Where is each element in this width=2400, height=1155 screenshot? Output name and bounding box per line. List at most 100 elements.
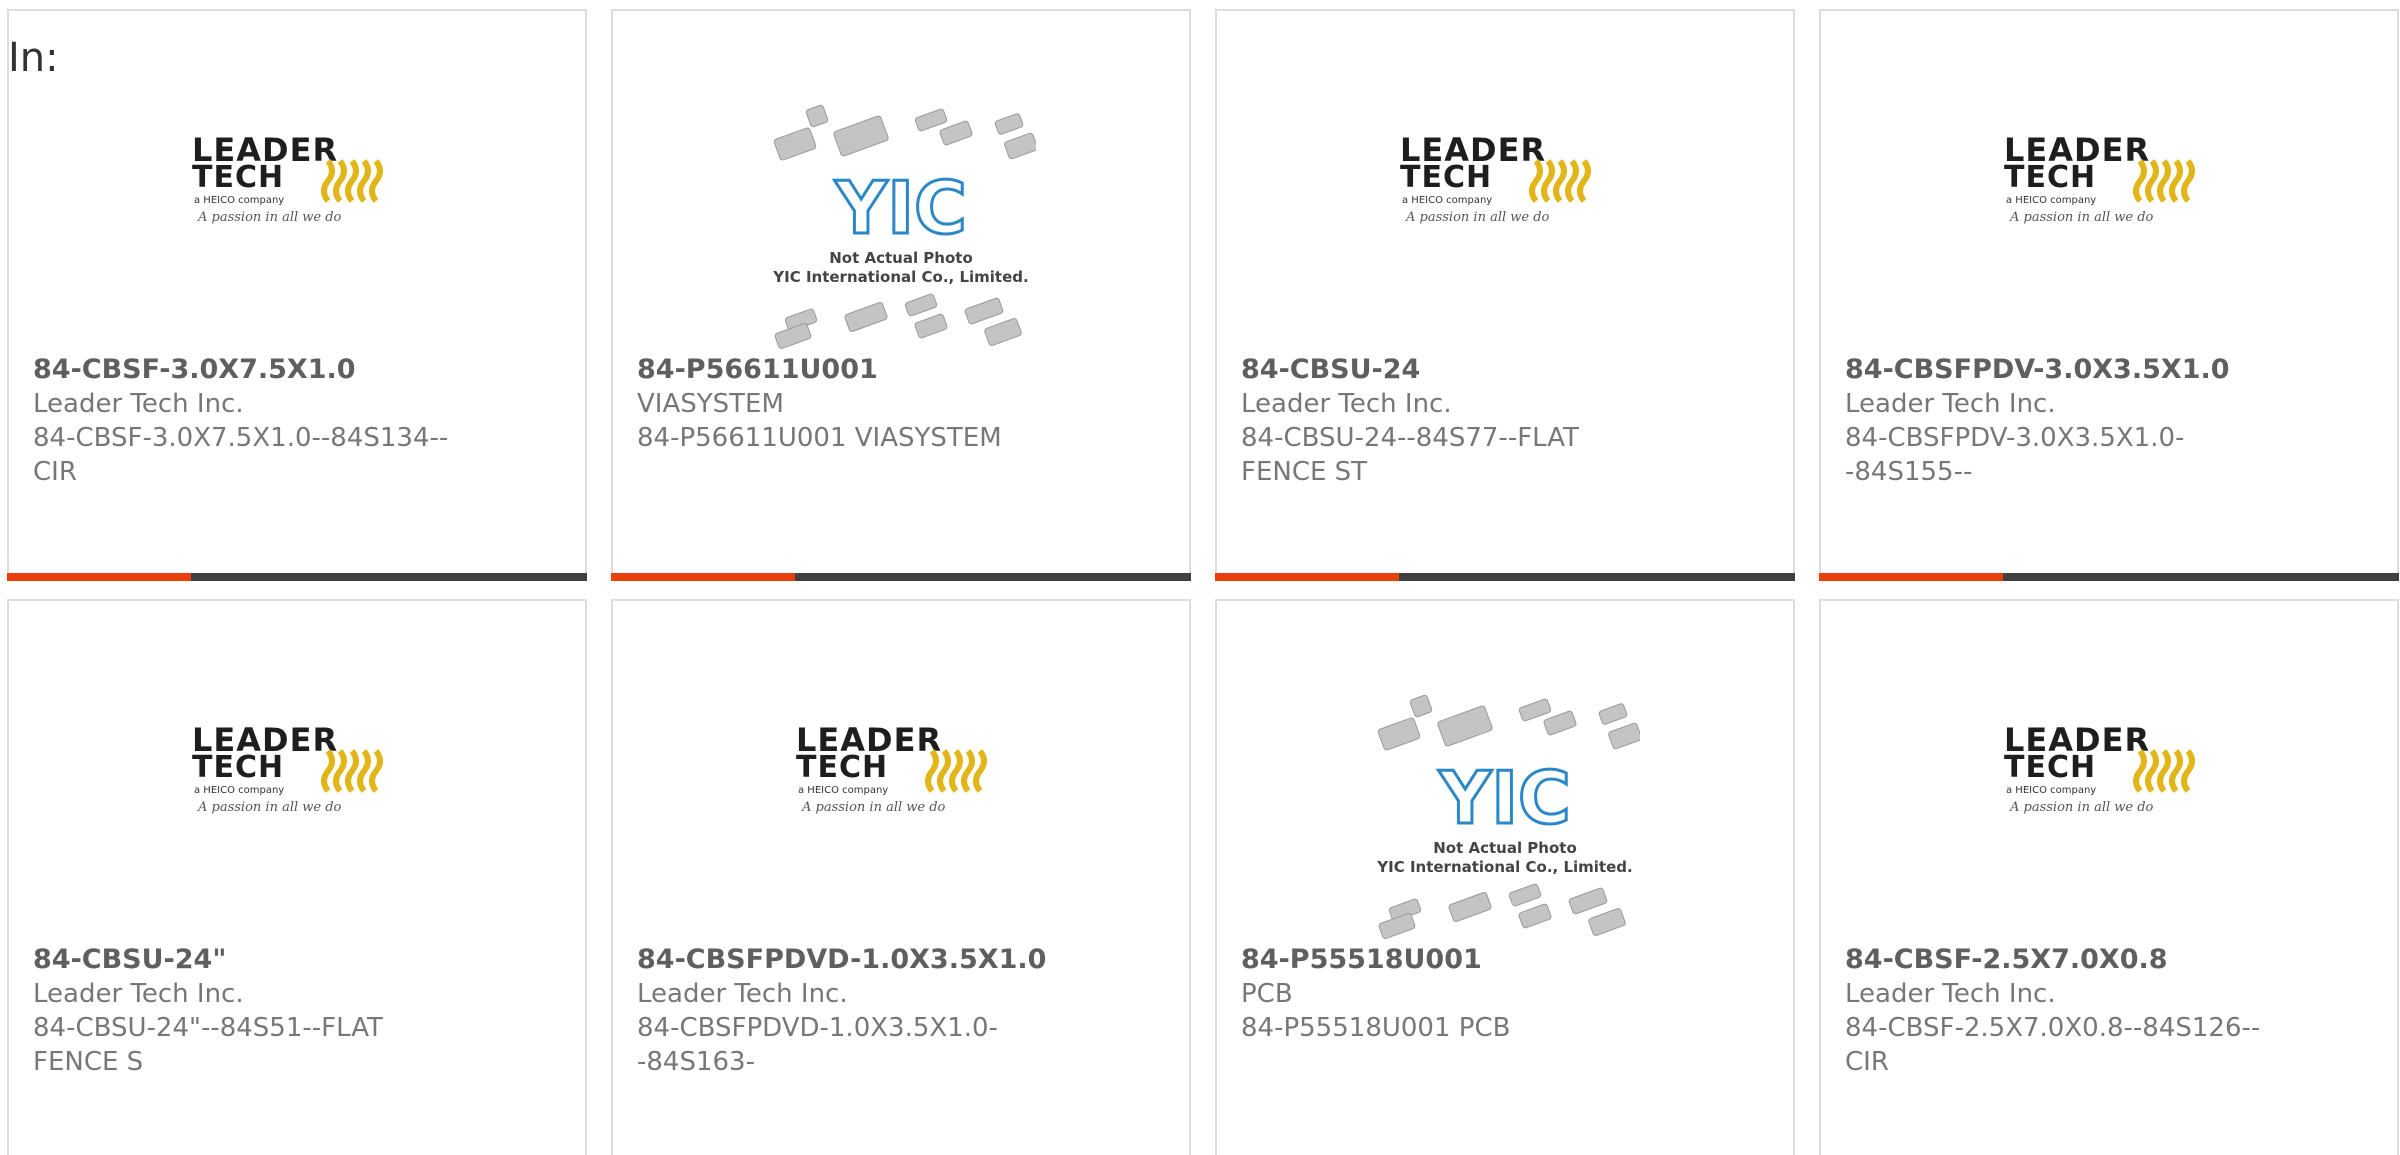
chip-shape — [964, 297, 1004, 325]
logo-stripe — [2157, 749, 2171, 793]
product-card[interactable]: LEADER TECH a HEICO company A passion in al… — [1819, 599, 2399, 1155]
logo-tagline: a HEICO company — [798, 785, 888, 796]
product-grid: LEADER TECH a HEICO company A passion in al… — [7, 9, 2399, 1155]
logo-stripe — [1577, 159, 1591, 203]
yic-mark: YIC — [834, 166, 967, 250]
part-number-link[interactable]: 84-CBSU-24" — [33, 943, 453, 977]
chip-shape — [844, 302, 888, 332]
product-description: 84-P55518U001 PCB — [1241, 1013, 1511, 1043]
card-accent-bar — [1215, 573, 1399, 581]
product-card[interactable]: LEADER TECH a HEICO company A passion in al… — [7, 9, 587, 581]
product-card[interactable]: YIC Not Actual Photo YIC International Co.… — [611, 9, 1191, 581]
chip-shape — [1448, 892, 1492, 922]
card-bottom-bar — [1819, 573, 2399, 581]
yic-note: YIC International Co., Limited. — [772, 268, 1028, 286]
chip-shape — [1568, 887, 1608, 915]
logo-stripe — [1553, 159, 1567, 203]
leader-tech-logo: LEADERTECHa HEICO companyA passion in al… — [2004, 131, 2195, 225]
card-bottom-bar — [611, 573, 1191, 581]
logo-stripe — [369, 159, 383, 203]
product-card[interactable]: LEADER TECH a HEICO company A passion in al… — [1215, 9, 1795, 581]
chip-shape — [1598, 703, 1628, 725]
logo-stripe — [961, 749, 975, 793]
logo-text: TECH — [192, 160, 284, 195]
chip-shape — [914, 313, 948, 339]
yic-placeholder-image: YICNot Actual PhotoYIC International Co.… — [1376, 694, 1640, 939]
product-description: 84-CBSU-24"--84S51--FLAT FENCE S — [33, 1013, 383, 1077]
leader-tech-logo: LEADERTECHa HEICO companyA passion in al… — [192, 721, 383, 815]
yic-note: YIC International Co., Limited. — [1376, 858, 1632, 876]
manufacturer-name: Leader Tech Inc. — [1845, 979, 2056, 1009]
chip-shape — [1608, 722, 1640, 750]
yic-mark: YIC — [1438, 756, 1571, 840]
logo-tagline: a HEICO company — [194, 195, 284, 206]
product-card[interactable]: LEADER TECH a HEICO company A passion in al… — [7, 599, 587, 1155]
chip-shape — [1543, 710, 1577, 736]
product-description: 84-CBSF-3.0X7.5X1.0--84S134--CIR — [33, 423, 449, 487]
logo-stripe — [2181, 749, 2195, 793]
logo-stripe — [357, 159, 371, 203]
chip-shape — [805, 104, 829, 128]
part-number-link[interactable]: 84-CBSF-2.5X7.0X0.8 — [1845, 943, 2265, 977]
product-info: 84-CBSU-24 Leader Tech Inc. 84-CBSU-24--… — [1241, 353, 1661, 489]
product-description: 84-CBSF-2.5X7.0X0.8--84S126--CIR — [1845, 1013, 2261, 1077]
chip-shape — [1588, 908, 1626, 936]
part-number-link[interactable]: 84-CBSU-24 — [1241, 353, 1661, 387]
part-number-link[interactable]: 84-CBSFPDVD-1.0X3.5X1.0 — [637, 943, 1057, 977]
product-description: 84-CBSFPDVD-1.0X3.5X1.0--84S163- — [637, 1013, 998, 1077]
leader-tech-logo: LEADERTECHa HEICO companyA passion in al… — [2004, 721, 2195, 815]
product-description: 84-CBSU-24--84S77--FLAT FENCE ST — [1241, 423, 1579, 487]
logo-stripe — [949, 749, 963, 793]
product-info: 84-CBSU-24" Leader Tech Inc. 84-CBSU-24"… — [33, 943, 453, 1079]
part-number-link[interactable]: 84-CBSFPDV-3.0X3.5X1.0 — [1845, 353, 2265, 387]
logo-tagline: a HEICO company — [194, 785, 284, 796]
manufacturer-name: Leader Tech Inc. — [637, 979, 848, 1009]
chip-shape — [904, 293, 938, 317]
product-image[interactable]: YIC Not Actual Photo YIC International Co.… — [613, 103, 1189, 375]
chip-shape — [1004, 132, 1036, 160]
logo-slogan: A passion in all we do — [197, 800, 342, 815]
chip-shape — [833, 115, 889, 157]
chip-shape — [1518, 903, 1552, 929]
manufacturer-name: PCB — [1241, 979, 1293, 1009]
search-results-page: LEADER TECH a HEICO company A passion in al… — [0, 0, 2400, 1155]
card-accent-bar — [1819, 573, 2003, 581]
logo-stripe — [369, 749, 383, 793]
logo-text: TECH — [2004, 750, 2096, 785]
logo-stripe — [2169, 749, 2183, 793]
product-image[interactable]: YIC Not Actual Photo YIC International Co.… — [1217, 693, 1793, 965]
chip-shape — [773, 127, 817, 161]
product-card[interactable]: LEADER TECH a HEICO company A passion in al… — [611, 599, 1191, 1155]
logo-text: TECH — [192, 750, 284, 785]
card-bottom-bar — [1215, 573, 1795, 581]
logo-tagline: a HEICO company — [1402, 195, 1492, 206]
logo-stripe — [2181, 159, 2195, 203]
part-number-link[interactable]: 84-P56611U001 — [637, 353, 1057, 387]
logo-stripe — [1565, 159, 1579, 203]
leader-tech-logo: LEADERTECHa HEICO companyA passion in al… — [192, 131, 383, 225]
logo-text: TECH — [1400, 160, 1492, 195]
part-number-link[interactable]: 84-P55518U001 — [1241, 943, 1661, 977]
product-info: 84-P55518U001 PCB 84-P55518U001 PCB — [1241, 943, 1661, 1045]
card-accent-bar — [7, 573, 191, 581]
logo-stripe — [345, 749, 359, 793]
product-card[interactable]: LEADER TECH a HEICO company A passion in al… — [1819, 9, 2399, 581]
logo-tagline: a HEICO company — [2006, 785, 2096, 796]
product-description: 84-P56611U001 VIASYSTEM — [637, 423, 1002, 453]
part-number-link[interactable]: 84-CBSF-3.0X7.5X1.0 — [33, 353, 453, 387]
manufacturer-name: Leader Tech Inc. — [33, 979, 244, 1009]
manufacturer-name: Leader Tech Inc. — [33, 389, 244, 419]
logo-stripe — [2157, 159, 2171, 203]
logo-text: TECH — [796, 750, 888, 785]
filter-in-label: In: — [8, 35, 59, 81]
chip-shape — [1377, 717, 1421, 751]
chip-shape — [994, 113, 1024, 135]
logo-stripe — [2169, 159, 2183, 203]
leader-tech-logo: LEADERTECHa HEICO companyA passion in al… — [796, 721, 987, 815]
logo-slogan: A passion in all we do — [1405, 210, 1550, 225]
card-bottom-bar — [7, 573, 587, 581]
logo-slogan: A passion in all we do — [197, 210, 342, 225]
product-card[interactable]: YIC Not Actual Photo YIC International Co.… — [1215, 599, 1795, 1155]
manufacturer-name: VIASYSTEM — [637, 389, 784, 419]
logo-text: TECH — [2004, 160, 2096, 195]
